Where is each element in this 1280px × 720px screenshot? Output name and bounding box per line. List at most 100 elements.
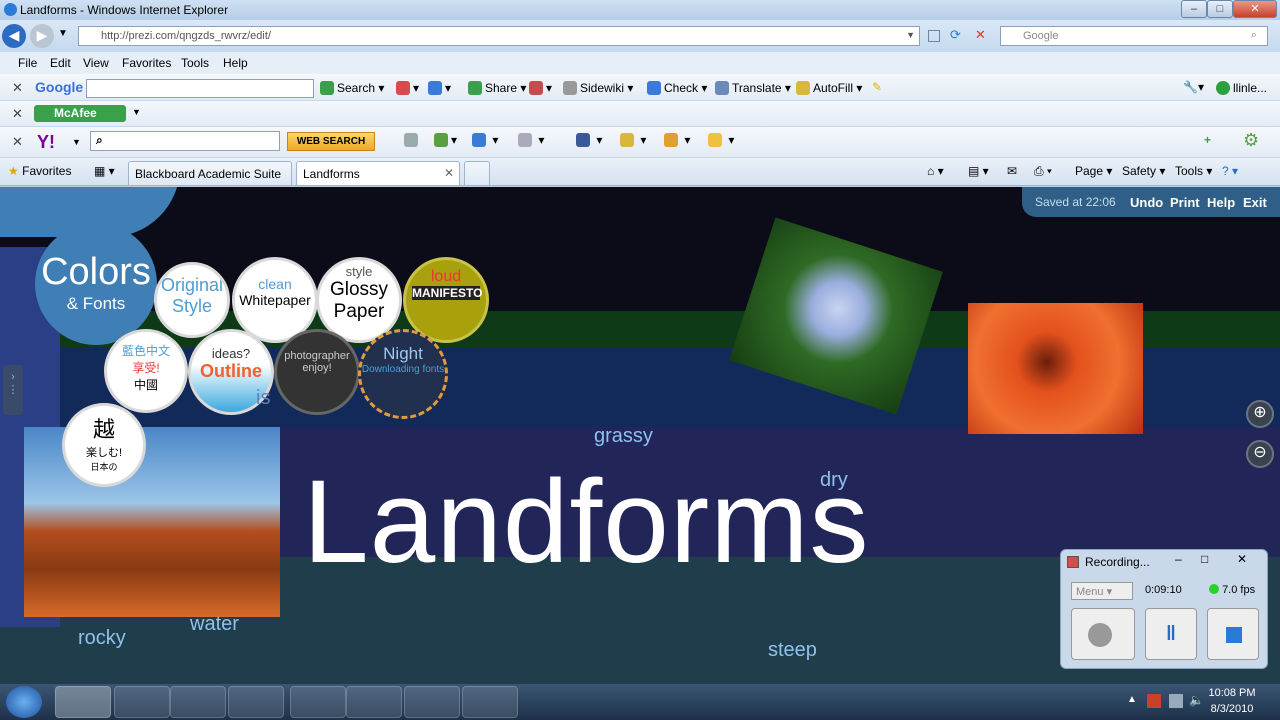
tray-security-icon[interactable] [1147,694,1161,708]
web-search-button[interactable]: WEB SEARCH [287,132,375,151]
weather-icon[interactable]: ▾ [518,133,544,147]
new-tab-button[interactable] [464,161,490,185]
label-grassy[interactable]: grassy [594,425,653,448]
mail-icon[interactable]: ▾ [472,133,498,147]
style-chinese[interactable]: 藍色中文 享受! 中國 [104,329,188,413]
add-icon[interactable]: + [1204,133,1211,147]
yahoo-search-input[interactable]: ⌕ [90,131,280,151]
print-button[interactable]: Print [1170,195,1200,210]
menu-help[interactable]: Help [223,56,248,70]
check-button[interactable]: Check ▾ [647,81,707,95]
favorites-button[interactable]: ★ Favorites [8,164,71,178]
minimize-button[interactable]: – [1181,0,1207,18]
style-japanese[interactable]: 越楽しむ! 日本の [62,403,146,487]
taskbar-paint[interactable] [228,686,284,718]
style-photographer[interactable]: photographer enjoy! [274,329,360,415]
tray-network-icon[interactable] [1169,694,1183,708]
label-rocky[interactable]: rocky [78,627,126,650]
zoom-in-icon[interactable]: ⊕ [1246,400,1274,428]
menu-edit[interactable]: Edit [50,56,71,70]
stop-button[interactable] [1207,608,1259,660]
safety-menu[interactable]: Safety ▾ [1122,164,1165,178]
menu-tools[interactable]: Tools [181,56,209,70]
recorder-close-button[interactable]: ✕ [1237,552,1247,566]
maximize-button[interactable]: □ [1207,0,1233,18]
pause-button[interactable]: ‖ [1145,608,1197,660]
label-steep[interactable]: steep [768,639,817,662]
label-water[interactable]: water [190,613,239,636]
undo-button[interactable]: Undo [1130,195,1163,210]
style-night[interactable]: Night Downloading fonts [358,329,448,419]
tab-blackboard[interactable]: Blackboard Academic Suite [128,161,292,185]
menu-file[interactable]: File [18,56,37,70]
translate-button[interactable]: Translate ▾ [715,81,791,95]
popup-blocker-icon[interactable]: ▾ [529,81,552,95]
address-dropdown-icon[interactable]: ▼ [906,30,915,40]
help-icon[interactable]: ? ▾ [1222,164,1238,178]
share-button[interactable]: Share ▾ [468,81,526,95]
autofill-button[interactable]: AutoFill ▾ [796,81,862,95]
taskbar-app2[interactable] [346,686,402,718]
mcafee-dropdown-icon[interactable]: ▼ [132,107,141,117]
mcafee-badge[interactable]: McAfee [34,105,126,122]
edit-icon[interactable]: ▾ [434,133,457,147]
style-original[interactable]: Original Style [154,262,230,338]
close-toolbar-icon[interactable]: ✕ [12,80,23,96]
stop-icon[interactable]: ✕ [975,27,986,43]
news-icon[interactable]: ▾ [664,133,690,147]
taskbar-app4[interactable] [462,686,518,718]
close-button[interactable]: ✕ [1233,0,1277,18]
note-icon[interactable] [404,133,421,147]
page-menu[interactable]: Page ▾ [1075,164,1112,178]
history-dropdown[interactable]: ▼ [58,28,68,39]
orange-flower-image[interactable] [968,303,1143,434]
zoom-out-icon[interactable]: ⊖ [1246,440,1274,468]
search-icon[interactable]: ⌕ [1251,29,1257,42]
colors-fonts-button[interactable]: Colors & Fonts [35,223,157,345]
calendar-icon[interactable]: ▾ [708,133,734,147]
close-toolbar-icon[interactable]: ✕ [12,106,23,122]
feeds-icon[interactable]: ▤ ▾ [968,164,989,178]
search-box[interactable]: Google ⌕ [1000,26,1268,46]
quick-tabs-icon[interactable]: ▦ ▾ [94,164,115,178]
menu-view[interactable]: View [83,56,109,70]
exit-button[interactable]: Exit [1243,195,1267,210]
taskbar-ie[interactable] [55,686,111,718]
back-button[interactable]: ◀ [2,24,26,48]
taskbar-app1[interactable] [290,686,346,718]
wrench-icon[interactable]: 🔧▾ [1183,80,1204,94]
close-toolbar-icon[interactable]: ✕ [12,134,23,150]
clock-date[interactable]: 8/3/2010 [1202,703,1262,715]
help-button[interactable]: Help [1207,195,1235,210]
expand-sidebar-handle[interactable]: › ⋮ [3,365,23,415]
refresh-icon[interactable]: ⟳ [950,27,961,43]
user-button[interactable]: llinle... [1216,81,1267,95]
plus-icon[interactable]: ▾ [428,81,451,95]
partial-word[interactable]: is [256,387,270,410]
settings-gear-icon[interactable]: ⚙ [1243,130,1259,151]
main-title[interactable]: Landforms [303,454,870,590]
google-search-input[interactable] [86,79,314,98]
google-search-button[interactable]: Search ▾ [320,81,384,95]
tools-menu[interactable]: Tools ▾ [1175,164,1212,178]
start-button[interactable] [6,686,42,718]
close-tab-icon[interactable]: ✕ [444,166,454,180]
recorder-maximize-button[interactable]: □ [1201,552,1208,566]
recorder-menu-select[interactable]: Menu ▾ [1071,582,1133,600]
compat-view-icon[interactable] [928,30,940,42]
taskbar-media-player[interactable] [170,686,226,718]
yahoo-logo[interactable]: Y! [37,132,55,153]
sidewiki-button[interactable]: Sidewiki ▾ [563,81,633,95]
yahoo-dropdown-icon[interactable]: ▼ [72,137,81,147]
clock-time[interactable]: 10:08 PM [1202,687,1262,699]
menu-favorites[interactable]: Favorites [122,56,171,70]
mail-icon[interactable]: ✉ [1007,164,1017,178]
forward-button[interactable]: ▶ [30,24,54,48]
record-button[interactable] [1071,608,1135,660]
recorder-minimize-button[interactable]: – [1175,552,1182,566]
taskbar-app3[interactable] [404,686,460,718]
highlight-icon[interactable]: ✎ [872,80,882,94]
facebook-icon[interactable]: ▾ [576,133,602,147]
tab-landforms[interactable]: Landforms ✕ [296,161,460,185]
home-icon[interactable]: ⌂ ▾ [927,164,944,178]
